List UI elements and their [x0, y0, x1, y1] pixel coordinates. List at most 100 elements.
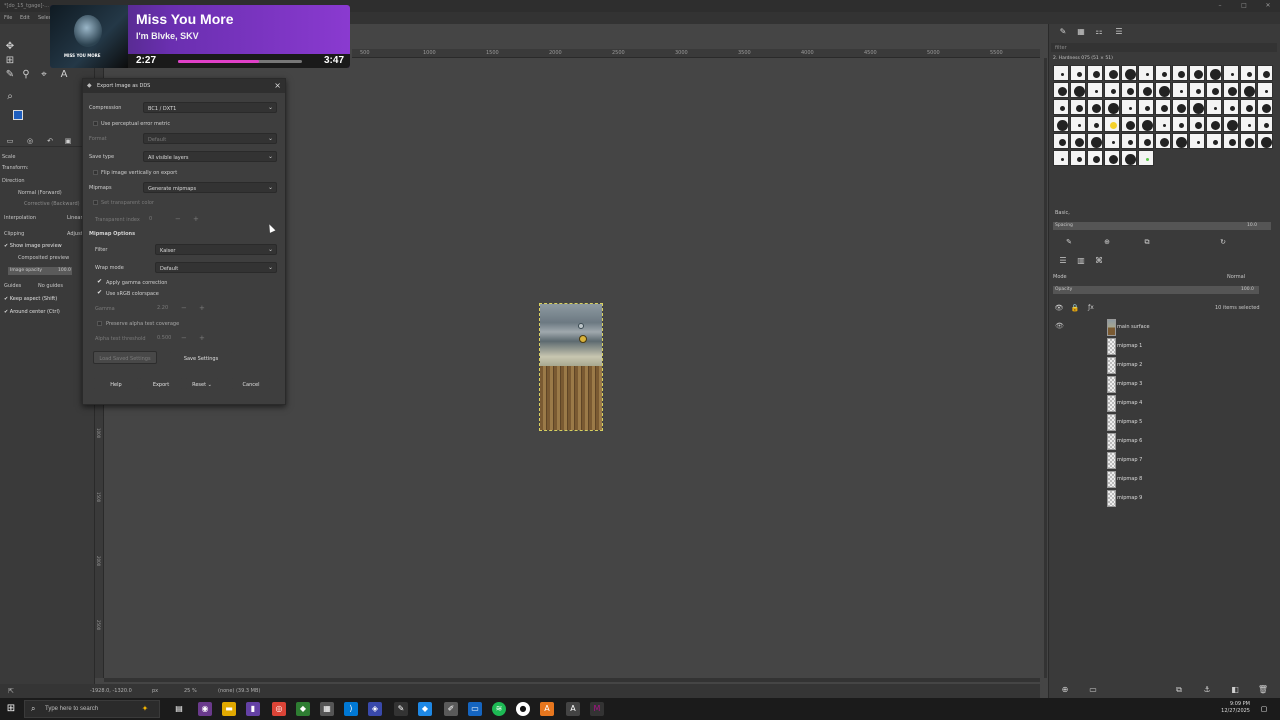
brush-swatch[interactable] — [1138, 82, 1154, 98]
brush-swatch[interactable] — [1070, 150, 1086, 166]
brush-swatch[interactable] — [1121, 116, 1137, 132]
brushes-tab-icon[interactable]: ✎ — [1057, 26, 1069, 38]
menu-edit[interactable]: Edit — [20, 15, 30, 21]
notes-icon[interactable]: ▦ — [320, 702, 334, 716]
brush-swatch[interactable] — [1104, 116, 1120, 132]
brush-swatch[interactable] — [1104, 99, 1120, 115]
twitch-icon[interactable]: ▮ — [246, 702, 260, 716]
brush-swatch[interactable] — [1206, 116, 1222, 132]
direction-corrective-radio[interactable]: Corrective (Backward) — [24, 201, 80, 207]
close-window-icon[interactable]: ✕ — [1264, 2, 1272, 10]
brush-swatch[interactable] — [1223, 65, 1239, 81]
brush-swatch[interactable] — [1087, 116, 1103, 132]
unit-select[interactable]: px — [152, 688, 158, 694]
layer-row[interactable]: 👁 main surface — [1049, 318, 1280, 337]
brush-swatch[interactable] — [1121, 82, 1137, 98]
spotify-icon[interactable]: ≋ — [492, 702, 506, 716]
layer-row[interactable]: mipmap 2 — [1049, 356, 1280, 375]
paths-tab-icon[interactable]: ⌘ — [1093, 255, 1105, 267]
clone-tool-icon[interactable]: ⚲ — [20, 69, 32, 81]
progress-track[interactable] — [178, 60, 302, 63]
fx-icon[interactable]: ƒx — [1085, 302, 1097, 314]
text-tool-icon[interactable]: A — [58, 69, 70, 81]
visibility-icon[interactable]: 👁 — [1053, 302, 1065, 314]
brush-swatch[interactable] — [1053, 116, 1069, 132]
lock-icon[interactable]: 🔒 — [1069, 302, 1081, 314]
horizontal-scrollbar[interactable] — [104, 678, 1040, 682]
plus-icon[interactable]: + — [193, 215, 199, 225]
brush-swatch[interactable] — [1223, 116, 1239, 132]
brush-swatch[interactable] — [1070, 99, 1086, 115]
alpha-threshold-value[interactable]: 0.500 — [157, 335, 171, 345]
brush-filter-input[interactable]: filter — [1051, 43, 1277, 52]
transparent-color-checkbox[interactable] — [93, 200, 98, 205]
paint-icon[interactable]: ✎ — [394, 702, 408, 716]
preserve-alpha-checkbox[interactable] — [97, 321, 102, 326]
edit-brush-icon[interactable]: ✎ — [1063, 236, 1075, 248]
layers-tab-icon[interactable]: ☰ — [1057, 255, 1069, 267]
brush-swatch[interactable] — [1257, 82, 1273, 98]
brush-swatch[interactable] — [1155, 82, 1171, 98]
path-tool-icon[interactable]: ⌖ — [38, 69, 50, 81]
copilot-icon[interactable]: ✦ — [138, 702, 152, 716]
layer-opacity-slider[interactable]: Opacity 100.0 — [1053, 286, 1259, 294]
brush-swatch[interactable] — [1240, 116, 1256, 132]
format-select[interactable]: Default ⌄ — [143, 133, 277, 144]
channels-tab-icon[interactable]: ▥ — [1075, 255, 1087, 267]
minus-icon[interactable]: − — [181, 304, 187, 314]
brush-swatch[interactable] — [1189, 116, 1205, 132]
layer-row[interactable]: mipmap 4 — [1049, 394, 1280, 413]
brush-swatch[interactable] — [1189, 133, 1205, 149]
new-layer-icon[interactable]: ▭ — [1087, 684, 1099, 696]
orange-app-icon[interactable]: A — [540, 702, 554, 716]
composited-preview-checkbox[interactable]: Composited preview — [18, 255, 69, 261]
images-icon[interactable]: ▣ — [62, 135, 74, 147]
image-opacity-slider[interactable]: Image opacity 100.0 — [8, 267, 72, 275]
brush-swatch[interactable] — [1240, 65, 1256, 81]
mipmaps-select[interactable]: Generate mipmaps ⌄ — [143, 182, 277, 193]
move-tool-icon[interactable]: ✥ — [4, 41, 16, 53]
plus-icon[interactable]: + — [199, 334, 205, 344]
layer-row[interactable]: mipmap 9 — [1049, 489, 1280, 508]
duplicate-brush-icon[interactable]: ⧉ — [1141, 236, 1153, 248]
zoom-tool-icon[interactable]: ⌕ — [4, 91, 16, 103]
direction-normal-radio[interactable]: Normal (Forward) — [18, 190, 62, 196]
brush-swatch[interactable] — [1087, 99, 1103, 115]
transparent-index-value[interactable]: 0 — [149, 216, 152, 226]
illustrator-app-icon[interactable]: A — [566, 702, 580, 716]
brush-swatch[interactable] — [1172, 133, 1188, 149]
minimize-icon[interactable]: – — [1216, 2, 1224, 10]
save-settings-button[interactable]: Save Settings — [169, 351, 233, 364]
menu-file[interactable]: File — [4, 15, 12, 21]
brush-swatch[interactable] — [1240, 99, 1256, 115]
layer-row[interactable]: mipmap 1 — [1049, 337, 1280, 356]
brush-swatch[interactable] — [1053, 82, 1069, 98]
srgb-checkbox[interactable]: ✔ — [97, 289, 102, 296]
brush-swatch[interactable] — [1138, 133, 1154, 149]
spacing-slider[interactable]: Spacing 10.0 — [1053, 222, 1271, 230]
brush-swatch[interactable] — [1121, 65, 1137, 81]
brush-swatch[interactable] — [1189, 99, 1205, 115]
device-status-icon[interactable]: ◎ — [24, 135, 36, 147]
brush-swatch[interactable] — [1138, 116, 1154, 132]
vertical-scrollbar[interactable] — [1044, 58, 1047, 678]
document-history-tab-icon[interactable]: ☰ — [1113, 26, 1125, 38]
layer-row[interactable]: mipmap 3 — [1049, 375, 1280, 394]
quick-mask-icon[interactable]: ⇱ — [8, 687, 14, 695]
brush-swatch[interactable] — [1087, 133, 1103, 149]
perceptual-checkbox[interactable] — [93, 121, 98, 126]
brush-swatch[interactable] — [1257, 65, 1273, 81]
app-icon[interactable]: ◈ — [368, 702, 382, 716]
brush-swatch[interactable] — [1155, 99, 1171, 115]
brush-swatch[interactable] — [1223, 82, 1239, 98]
notifications-icon[interactable]: ▢ — [1258, 702, 1270, 716]
brush-swatch[interactable] — [1206, 99, 1222, 115]
brush-swatch[interactable] — [1053, 150, 1069, 166]
vscode-icon[interactable]: ⟩ — [344, 702, 358, 716]
file-explorer-icon[interactable]: ▬ — [222, 702, 236, 716]
brush-swatch[interactable] — [1087, 82, 1103, 98]
media-app-icon[interactable]: ● — [516, 702, 530, 716]
reset-button[interactable]: Reset ⌄ — [185, 377, 219, 390]
foreground-color-swatch[interactable] — [13, 110, 23, 120]
brush-swatch[interactable] — [1053, 65, 1069, 81]
